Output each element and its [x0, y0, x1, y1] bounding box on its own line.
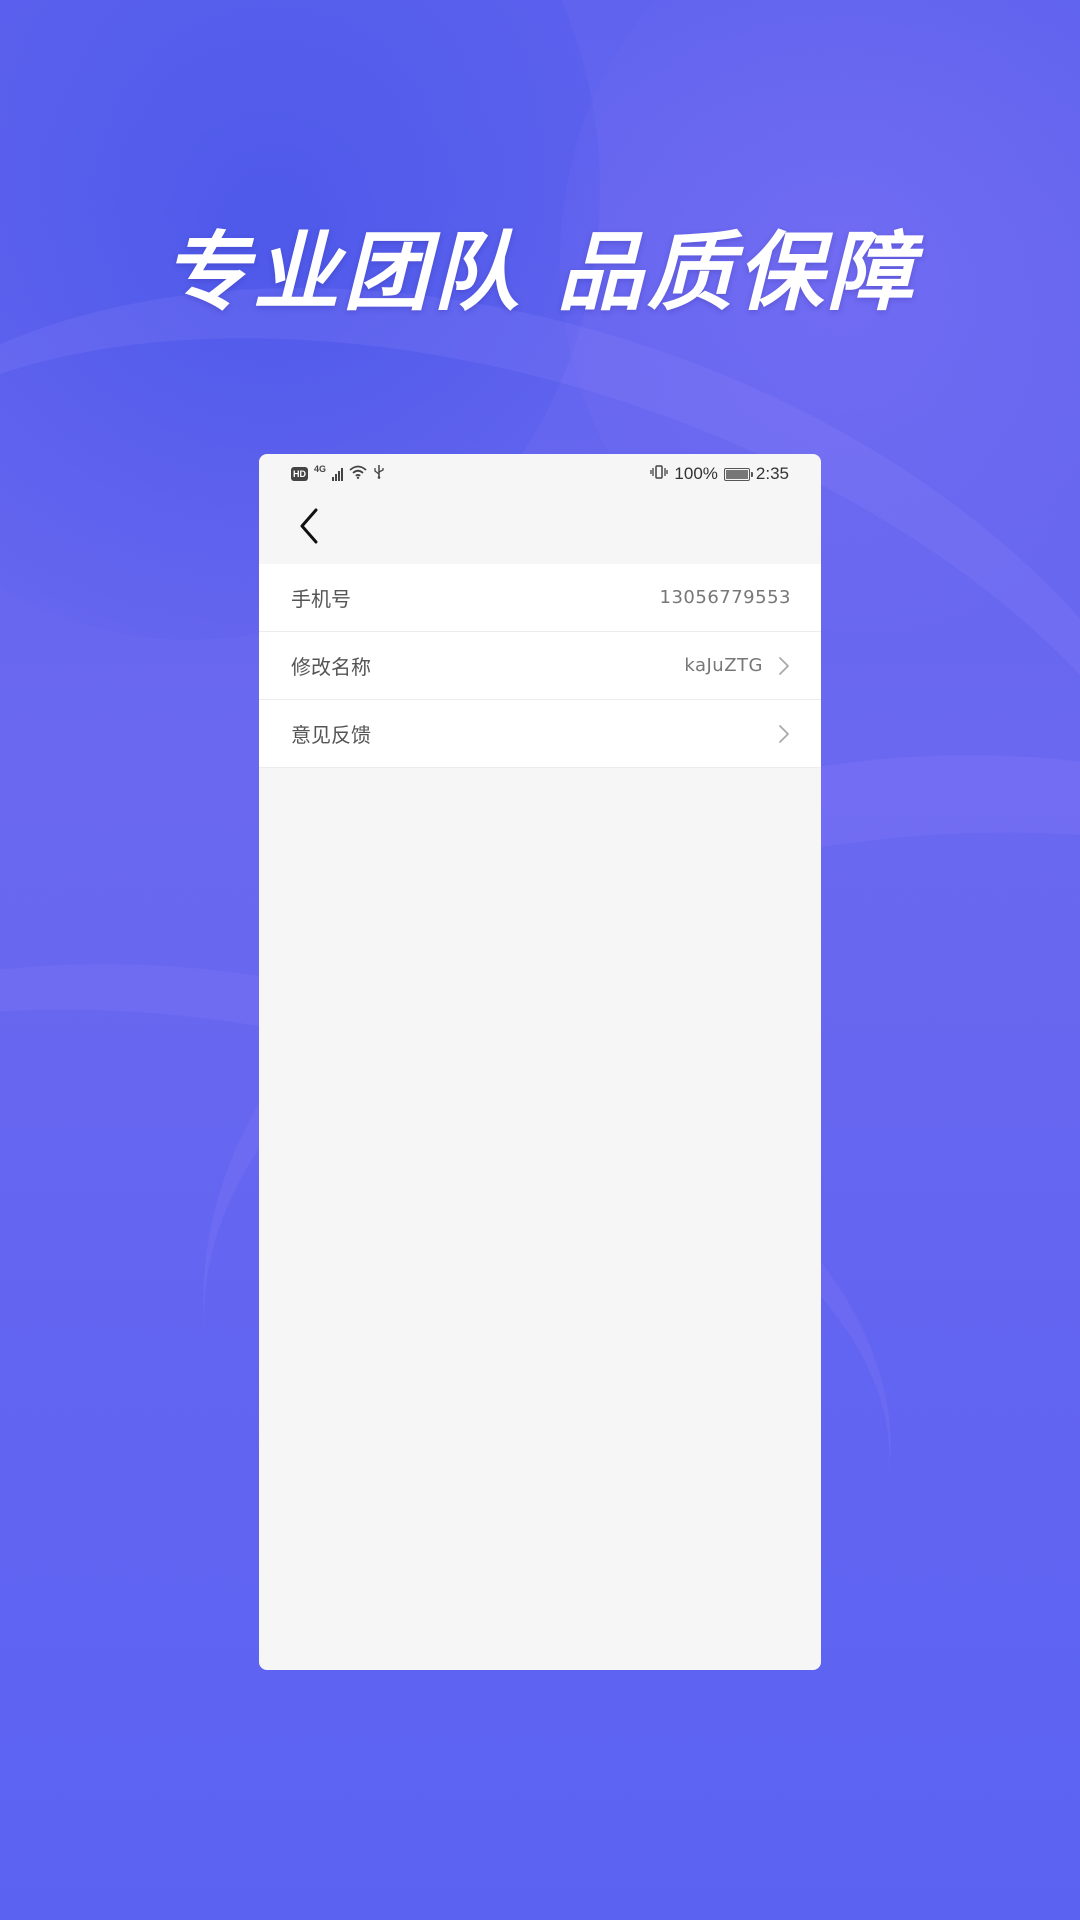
hd-icon: HD	[291, 467, 308, 481]
status-right: 100% 2:35	[650, 464, 789, 485]
settings-list: 手机号 13056779553 修改名称 kaJuZTG 意见反馈	[259, 564, 821, 768]
nav-bar	[259, 494, 821, 564]
phone-number-row[interactable]: 手机号 13056779553	[259, 564, 821, 632]
chevron-right-icon	[779, 724, 789, 743]
usb-icon	[373, 464, 385, 484]
signal-icon	[332, 467, 344, 481]
status-bar: HD 4G 100% 2:35	[259, 454, 821, 494]
row-right: kaJuZTG	[684, 655, 791, 676]
battery-icon	[723, 467, 753, 481]
chevron-left-icon	[300, 508, 318, 544]
back-button[interactable]	[289, 504, 329, 548]
battery-percent: 100%	[674, 464, 718, 483]
row-label: 手机号	[291, 587, 351, 611]
row-label: 意见反馈	[291, 723, 371, 747]
username-value: kaJuZTG	[684, 655, 763, 676]
status-left: HD 4G	[291, 464, 385, 484]
promo-headline: 专业团队 品质保障	[163, 223, 917, 323]
network-type-label: 4G	[314, 464, 327, 474]
row-right: 13056779553	[660, 587, 791, 608]
feedback-row[interactable]: 意见反馈	[259, 700, 821, 768]
vibrate-icon	[650, 464, 669, 485]
edit-name-row[interactable]: 修改名称 kaJuZTG	[259, 632, 821, 700]
row-right	[777, 724, 791, 744]
chevron-right-icon	[779, 656, 789, 675]
phone-number-value: 13056779553	[659, 587, 791, 608]
wifi-icon	[349, 464, 367, 484]
row-label: 修改名称	[291, 655, 371, 679]
phone-screenshot: HD 4G 100% 2:35 手机号 13056779553 修改名称 kaJ…	[259, 454, 821, 1670]
clock-time: 2:35	[755, 464, 789, 483]
